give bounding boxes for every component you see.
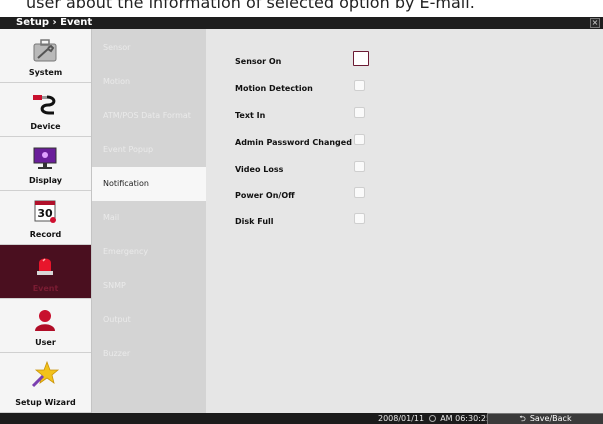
sidebar-item-event[interactable]: Event [0,245,91,299]
option-label: Disk Full [235,217,274,226]
sidebar-item-label: Device [30,122,61,131]
option-row-disk-full: Disk Full [206,209,603,235]
sidebar-item-setup-wizard[interactable]: Setup Wizard [0,353,91,413]
event-submenu: Sensor Motion ATM/POS Data Format Event … [92,29,206,413]
text-in-checkbox[interactable] [354,107,365,118]
menu-item-event-popup[interactable]: Event Popup [92,133,206,167]
sensor-on-checkbox[interactable] [353,51,369,66]
time-text: AM 06:30:25 [440,414,492,423]
briefcase-wrench-icon [33,39,57,62]
window-title: Setup › Event [16,17,93,28]
sidebar-item-record[interactable]: 30 Record [0,191,91,245]
sidebar-item-label: Event [32,284,59,293]
alarm-siren-icon [37,258,53,275]
wizard-star-icon [31,360,60,388]
power-on-off-checkbox[interactable] [354,187,365,198]
close-icon: × [591,18,599,27]
option-row-sensor-on: Sensor On [206,49,603,75]
option-row-text-in: Text In [206,103,603,129]
clock-icon [428,415,436,422]
sidebar-item-label: Display [29,176,62,185]
sidebar-item-system[interactable]: System [0,29,91,83]
user-icon [35,310,55,331]
menu-item-mail[interactable]: Mail [92,201,206,235]
close-button[interactable]: × [590,18,600,28]
menu-item-notification[interactable]: Notification [92,167,206,201]
menu-item-emergency[interactable]: Emergency [92,235,206,269]
option-row-power-on-off: Power On/Off [206,183,603,209]
save-back-label: Save/Back [529,414,572,423]
cable-plug-icon [33,95,56,115]
calendar-icon: 30 [34,200,56,223]
video-loss-checkbox[interactable] [354,161,365,172]
menu-item-atm-pos-data-format[interactable]: ATM/POS Data Format [92,99,206,133]
option-label: Text In [235,111,266,120]
option-label: Video Loss [235,165,284,174]
date-text: 2008/01/11 [378,414,425,423]
admin-password-changed-checkbox[interactable] [354,134,365,145]
sidebar-item-user[interactable]: User [0,299,91,353]
notification-options-panel: Sensor On Motion Detection Text In Admin… [206,29,603,413]
motion-detection-checkbox[interactable] [354,80,365,91]
calendar-day-number: 30 [37,207,53,220]
save-back-button[interactable]: ⮌ Save/Back [487,413,603,424]
option-label: Sensor On [235,57,282,66]
setup-window: Setup › Event × System Device Display 30… [0,17,603,424]
return-arrow-icon: ⮌ [519,414,526,423]
option-label: Power On/Off [235,191,295,200]
menu-item-motion[interactable]: Motion [92,65,206,99]
sidebar-item-device[interactable]: Device [0,83,91,137]
sidebar-item-label: User [35,338,56,347]
menu-item-buzzer[interactable]: Buzzer [92,337,206,371]
option-row-video-loss: Video Loss [206,157,603,183]
option-row-motion-detection: Motion Detection [206,76,603,102]
sidebar-item-label: Record [29,230,62,239]
main-area: System Device Display 30 Record Event Us… [0,29,603,424]
title-bar: Setup › Event × [0,17,603,29]
option-label: Admin Password Changed [235,138,352,147]
disk-full-checkbox[interactable] [354,213,365,224]
sidebar-item-label: System [28,68,63,77]
menu-item-snmp[interactable]: SNMP [92,269,206,303]
caption-text: user about the information of selected o… [26,0,475,12]
menu-item-output[interactable]: Output [92,303,206,337]
monitor-icon [33,147,57,169]
option-row-admin-password-changed: Admin Password Changed [206,130,603,156]
status-bar: 2008/01/11 AM 06:30:25 ⮌ Save/Back [0,413,603,424]
sidebar-item-label: Setup Wizard [15,398,76,407]
datetime-display: 2008/01/11 AM 06:30:25 [378,413,491,424]
menu-item-sensor[interactable]: Sensor [92,31,206,65]
option-label: Motion Detection [235,84,313,93]
sidebar-item-display[interactable]: Display [0,137,91,191]
sidebar: System Device Display 30 Record Event Us… [0,29,92,413]
